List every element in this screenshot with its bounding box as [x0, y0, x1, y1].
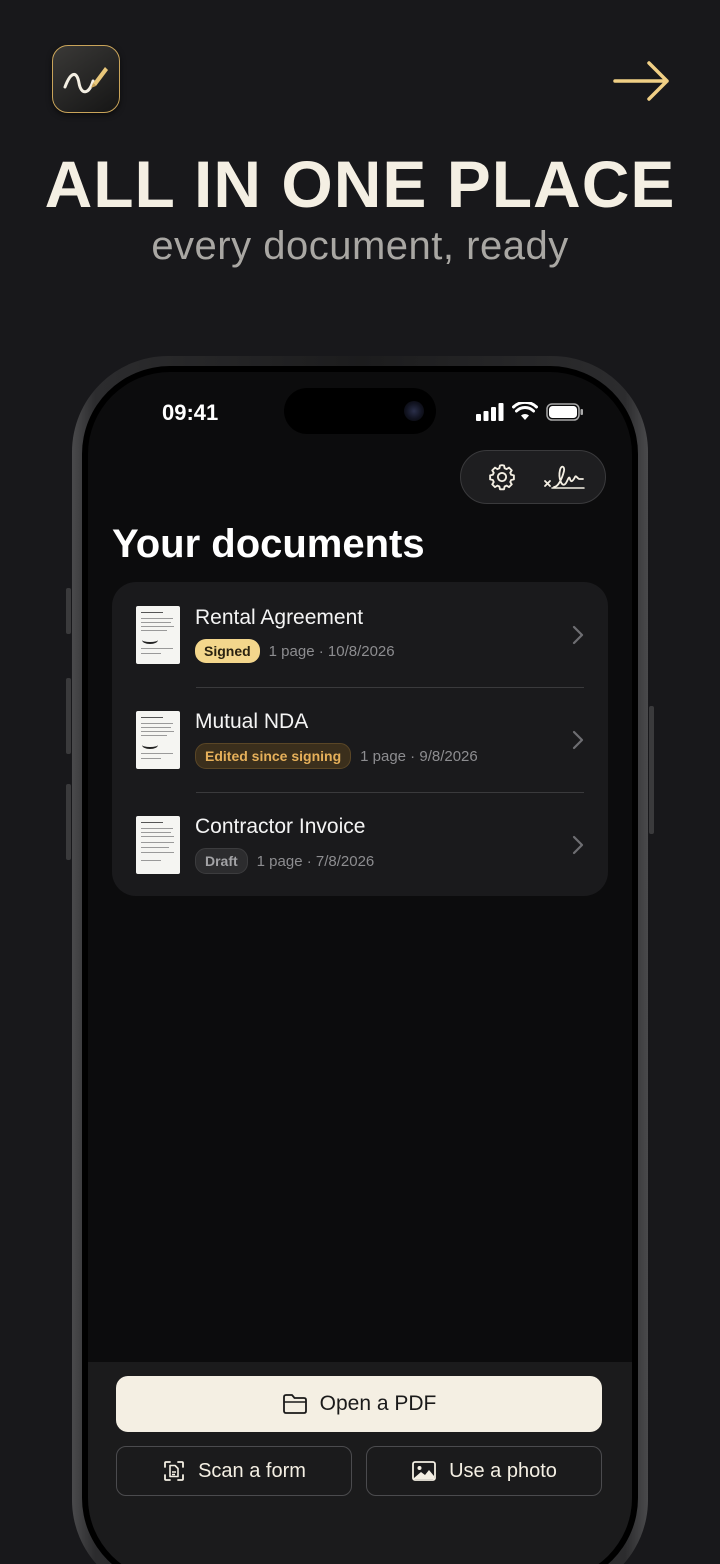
- phone-screen: 09:41 Your documents Rental Agreement Si…: [88, 372, 632, 1564]
- wifi-icon: [512, 402, 538, 420]
- page-title: Your documents: [112, 522, 425, 566]
- gear-icon: [489, 464, 515, 491]
- battery-icon: [546, 402, 583, 421]
- document-name: Mutual NDA: [195, 710, 309, 733]
- phone-volume-up-button: [66, 678, 71, 754]
- document-name: Contractor Invoice: [195, 815, 366, 838]
- phone-frame: 09:41 Your documents Rental Agreement Si…: [72, 356, 648, 1564]
- chevron-right-icon: [572, 625, 584, 644]
- open-pdf-button[interactable]: Open a PDF: [116, 1376, 602, 1432]
- photo-icon: [412, 1461, 436, 1481]
- document-thumbnail: [136, 605, 180, 664]
- action-bar: Open a PDF Scan a form Use a photo: [88, 1362, 632, 1564]
- document-thumbnail: [136, 815, 180, 874]
- use-photo-label: Use a photo: [449, 1459, 557, 1482]
- folder-icon: [282, 1394, 307, 1414]
- phone-action-button: [66, 588, 71, 634]
- top-toolbar: [460, 450, 606, 504]
- open-pdf-label: Open a PDF: [319, 1392, 437, 1415]
- scan-form-button[interactable]: Scan a form: [116, 1446, 352, 1496]
- document-row[interactable]: Contractor Invoice Draft 1 page · 7/8/20…: [112, 792, 608, 897]
- document-row[interactable]: Rental Agreement Signed 1 page · 10/8/20…: [112, 582, 608, 687]
- document-meta: 1 page · 9/8/2026: [360, 747, 478, 765]
- headline: ALL IN ONE PLACE: [44, 147, 676, 221]
- arrow-right-icon: [613, 61, 669, 101]
- settings-button[interactable]: [477, 452, 527, 502]
- document-row[interactable]: Mutual NDA Edited since signing 1 page ·…: [112, 687, 608, 792]
- dynamic-island: [284, 388, 436, 434]
- chevron-right-icon: [572, 730, 584, 749]
- status-icons: [476, 402, 584, 421]
- document-meta: 1 page · 7/8/2026: [256, 852, 375, 870]
- status-badge: Draft: [195, 848, 248, 874]
- signature-button[interactable]: [539, 452, 589, 502]
- chevron-right-icon: [572, 835, 584, 854]
- signature-icon: [544, 465, 585, 489]
- next-arrow-button[interactable]: [610, 56, 674, 106]
- status-badge: Edited since signing: [195, 743, 352, 769]
- status-time: 09:41: [162, 400, 219, 425]
- subheadline: every document, ready: [151, 224, 569, 268]
- scan-document-icon: [164, 1461, 184, 1481]
- scan-form-label: Scan a form: [198, 1459, 306, 1482]
- status-badge: Signed: [195, 639, 260, 663]
- app-logo-icon: [52, 45, 120, 113]
- document-thumbnail: [136, 710, 180, 769]
- document-name: Rental Agreement: [195, 606, 364, 629]
- document-list: Rental Agreement Signed 1 page · 10/8/20…: [112, 582, 608, 896]
- phone-power-button: [649, 706, 654, 834]
- cellular-signal-icon: [476, 402, 504, 421]
- document-meta: 1 page · 10/8/2026: [268, 642, 395, 660]
- phone-volume-down-button: [66, 784, 71, 860]
- use-photo-button[interactable]: Use a photo: [366, 1446, 602, 1496]
